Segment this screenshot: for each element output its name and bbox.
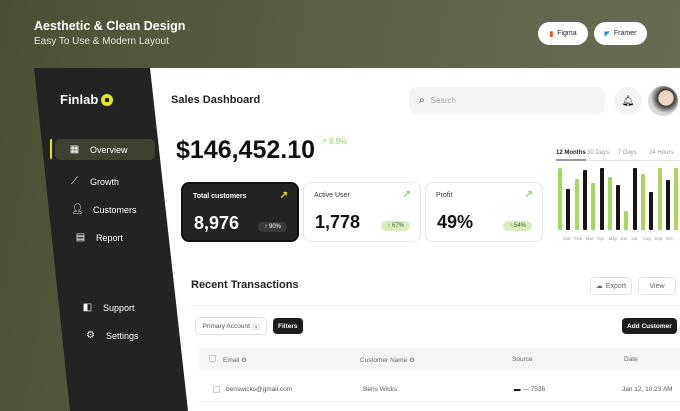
column-email[interactable]: Email ⚙ <box>223 356 247 364</box>
month-label: Aug <box>642 236 651 241</box>
table-header <box>199 348 680 370</box>
chart-bar <box>574 178 579 230</box>
chart-bar <box>591 182 596 230</box>
chart-bar <box>558 168 562 230</box>
add-customer-button[interactable]: Add Customer <box>622 318 677 334</box>
month-label: Jun <box>620 236 628 241</box>
gear-icon: ⚙ <box>86 330 95 341</box>
bell-icon: 🔔︎ <box>621 95 635 107</box>
month-label: Oct <box>665 236 673 241</box>
chart-bar <box>632 168 637 230</box>
sidebar-item-customers[interactable]: 👤︎ Customers <box>71 204 136 215</box>
filters-button[interactable]: Filters <box>273 318 303 334</box>
select-all-checkbox[interactable] <box>209 355 216 362</box>
chart-bar <box>607 176 612 230</box>
sidebar-item-growth[interactable]: ⟋ Growth <box>69 176 119 187</box>
trend-up-icon: ↗ <box>320 137 329 146</box>
framer-button[interactable]: ◤ Framer <box>594 22 647 45</box>
month-label: Apr <box>597 236 605 241</box>
arrow-up-right-icon: ↗ <box>279 190 288 201</box>
divider <box>191 305 680 306</box>
row-divider <box>199 401 680 402</box>
logo: Finlab <box>60 92 114 107</box>
column-source: Source <box>512 356 533 363</box>
tab-12-months[interactable]: 12 Months <box>556 150 587 156</box>
search-icon: ⌕ <box>419 95 425 106</box>
user-icon: 👤︎ <box>71 204 84 215</box>
view-button[interactable]: View <box>638 277 676 295</box>
close-circle-icon[interactable]: ⓧ <box>253 321 260 331</box>
chart-bar <box>674 168 679 230</box>
month-label: Jul <box>631 236 638 241</box>
tab-30-days[interactable]: 30 Days <box>587 150 618 156</box>
stat-badge: ↑ 67% <box>381 221 410 231</box>
report-icon: ▤ <box>75 232 86 243</box>
chart-bar <box>657 168 662 230</box>
month-label: Feb <box>574 236 583 241</box>
chart-bar <box>566 189 571 230</box>
month-label: Sep <box>654 236 663 241</box>
chart-bar <box>649 191 654 230</box>
arrow-up-right-icon: ↗ <box>402 189 411 200</box>
chart-icon: ⟋ <box>71 176 78 187</box>
hero-title: Aesthetic & Clean Design <box>34 19 186 33</box>
tab-24-hours[interactable]: 24 Hours <box>649 150 680 156</box>
search-input[interactable]: ⌕ Search <box>409 87 605 114</box>
month-label: Mar <box>585 236 594 241</box>
framer-icon: ◤ <box>604 30 610 38</box>
sidebar-item-report[interactable]: ▤ Report <box>75 232 123 243</box>
chart-bar <box>665 179 670 230</box>
logo-icon <box>101 93 114 106</box>
row-date: Jan 12, 10:23 AM <box>622 386 673 393</box>
chart-bar <box>582 169 587 230</box>
arrow-up-right-icon: ↗ <box>524 189 533 200</box>
chart-bar <box>624 211 629 230</box>
stat-badge: ↑ 90% <box>258 222 287 232</box>
stat-card-active-user[interactable]: Active User ↗ 1,778 ↑ 67% <box>303 182 421 242</box>
hero-subtitle: Easy To Use & Modern Layout <box>34 36 169 47</box>
figma-button[interactable]: ▮ Figma <box>538 22 588 45</box>
row-checkbox[interactable] <box>213 386 220 393</box>
balance-trend: ↗ 8.9% <box>320 137 348 146</box>
transactions-title: Recent Transactions <box>191 279 299 291</box>
sidebar-item-overview[interactable]: ▦ Overview <box>55 139 155 160</box>
row-name: Bens Wicks <box>363 386 397 393</box>
filter-chip[interactable]: Primary Account ⓧ <box>195 317 267 335</box>
column-date: Date <box>624 356 638 363</box>
month-label: May <box>608 236 618 241</box>
grid-icon: ▦ <box>69 144 80 155</box>
support-icon: ◧ <box>82 302 93 313</box>
page-title: Sales Dashboard <box>171 94 261 106</box>
stat-card-total-customers[interactable]: Total customers ↗ 8,976 ↑ 90% <box>181 182 299 242</box>
notification-button[interactable]: 🔔︎ <box>614 87 642 115</box>
active-indicator <box>50 139 53 159</box>
sort-icon: ⚙ <box>409 357 415 364</box>
sort-icon: ⚙ <box>241 357 247 364</box>
chart-bar <box>599 168 604 230</box>
chart-bar <box>641 174 645 230</box>
month-label: Jan <box>563 236 571 241</box>
cloud-download-icon: ☁ <box>595 283 603 290</box>
total-balance: $146,452.10 <box>176 136 316 164</box>
figma-icon: ▮ <box>549 30 554 38</box>
bar-chart <box>557 168 680 230</box>
sidebar-item-settings[interactable]: ⚙ Settings <box>85 330 139 341</box>
sidebar-item-support[interactable]: ◧ Support <box>82 302 135 313</box>
chart-bar <box>616 185 621 230</box>
tab-7-days[interactable]: 7 Days <box>618 150 649 156</box>
tab-active-underline <box>556 159 586 161</box>
stat-badge: ↑ 54% <box>503 221 532 231</box>
chart-tabs: 12 Months 30 Days 7 Days 24 Hours <box>556 150 680 156</box>
card-icon: ▬ <box>514 386 521 393</box>
row-source: ▬ — 7536 <box>514 386 546 393</box>
stat-card-profit[interactable]: Profit ↗ 49% ↑ 54% <box>425 182 543 242</box>
avatar[interactable] <box>648 86 678 116</box>
export-button[interactable]: ☁ Export <box>590 277 632 295</box>
row-email: benswicks@gmail.com <box>226 386 293 393</box>
column-customer-name[interactable]: Customer Name ⚙ <box>360 356 415 364</box>
